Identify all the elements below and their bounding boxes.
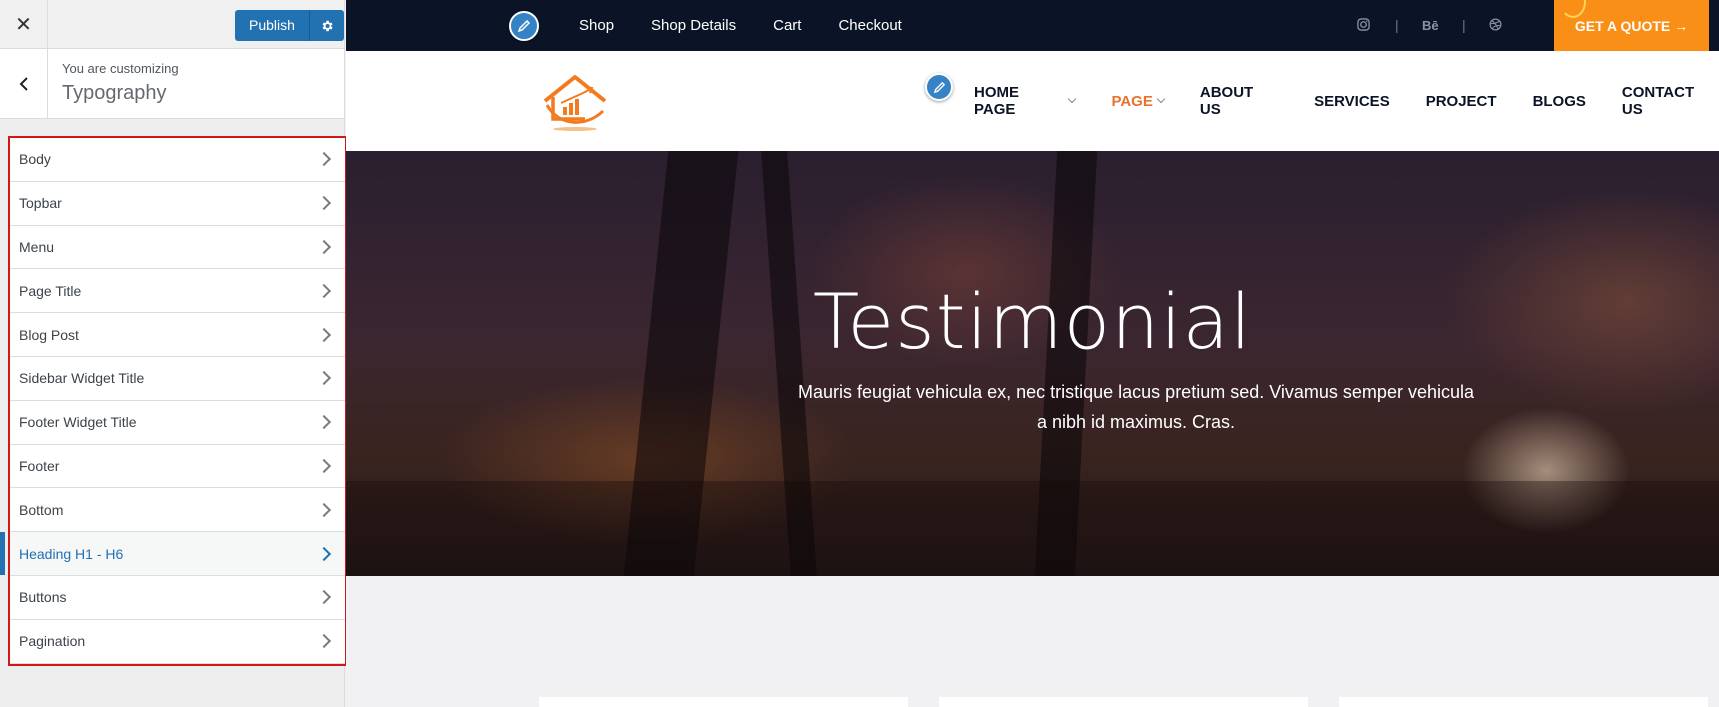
breadcrumb: You are customizing Typography	[0, 49, 344, 119]
content-card	[539, 697, 908, 707]
panel-item[interactable]: Bottom	[10, 488, 345, 533]
main-nav-item[interactable]: CONTACT US	[1622, 84, 1719, 118]
chevron-right-icon	[316, 502, 332, 517]
panel-item[interactable]: Heading H1 - H6	[0, 532, 345, 576]
main-nav-label: PROJECT	[1425, 92, 1497, 110]
panel-item[interactable]: Body	[10, 138, 345, 182]
topbar-nav: Shop Shop Details Cart Checkout	[579, 0, 902, 51]
publish-group: Publish	[235, 10, 344, 41]
panel-item[interactable]: Sidebar Widget Title	[10, 356, 345, 401]
panel-item-label: Topbar	[19, 195, 62, 212]
panel-item[interactable]: Page Title	[10, 269, 345, 314]
customizer-header: ✕ Publish	[0, 0, 344, 49]
instagram-icon[interactable]	[1357, 18, 1370, 34]
panel-item-label: Body	[19, 151, 51, 168]
site-logo[interactable]	[539, 71, 611, 138]
main-nav-item[interactable]: ABOUT US	[1200, 84, 1278, 118]
background-ground	[346, 481, 1719, 576]
page-subtitle: Mauris feugiat vehicula ex, nec tristiqu…	[798, 382, 1474, 432]
chevron-right-icon	[316, 196, 332, 211]
close-icon: ✕	[15, 13, 32, 36]
content-card	[939, 697, 1308, 707]
chevron-down-icon	[1156, 94, 1166, 104]
panel-item-label: Heading H1 - H6	[19, 545, 124, 562]
main-nav-item[interactable]: HOME PAGE	[974, 84, 1077, 118]
panel-item-label: Buttons	[19, 589, 67, 606]
panel-item[interactable]: Buttons	[10, 575, 345, 620]
publish-button[interactable]: Publish	[235, 10, 310, 41]
typography-panel-list: Body Topbar Menu Page Title Blog Post Sidebar…	[0, 136, 347, 666]
content-card	[1339, 697, 1708, 707]
chevron-right-icon	[316, 152, 332, 167]
panel-item-label: Sidebar Widget Title	[19, 370, 145, 387]
chevron-right-icon	[316, 590, 332, 605]
topbar-link[interactable]: Shop	[579, 17, 614, 34]
page-title-banner: Testimonial Mauris feugiat vehicula ex, …	[346, 151, 1719, 576]
main-nav-item[interactable]: PROJECT	[1426, 93, 1497, 110]
panel-item-label: Blog Post	[19, 326, 79, 343]
main-header: HOME PAGE PAGE ABOUT US SERVICES PROJECT BLOG…	[346, 51, 1719, 151]
pencil-icon	[517, 19, 531, 33]
back-button[interactable]	[0, 49, 48, 118]
get-a-quote-button[interactable]: GET A QUOTE →	[1554, 0, 1709, 51]
main-nav-label: PAGE	[1111, 92, 1153, 110]
social-divider: |	[1462, 17, 1466, 33]
house-logo-icon	[543, 75, 607, 131]
panel-item[interactable]: Footer	[10, 444, 345, 489]
topbar: Shop Shop Details Cart Checkout | Bē | GET …	[346, 0, 1719, 51]
main-nav-item[interactable]: BLOGS	[1533, 93, 1586, 110]
main-nav-label: BLOGS	[1532, 92, 1586, 110]
main-nav-label: ABOUT US	[1199, 84, 1254, 118]
chevron-down-icon	[1068, 94, 1077, 104]
main-nav: HOME PAGE PAGE ABOUT US SERVICES PROJECT BLOG…	[974, 51, 1719, 151]
chevron-right-icon	[316, 415, 332, 430]
chevron-right-icon	[316, 371, 332, 386]
close-customizer-button[interactable]: ✕	[0, 0, 48, 48]
chevron-right-icon	[316, 634, 332, 649]
chevron-right-icon	[316, 458, 332, 474]
panel-item[interactable]: Footer Widget Title	[10, 400, 345, 445]
panel-item-label: Page Title	[19, 282, 82, 299]
crumb-text: You are customizing Typography	[62, 61, 179, 105]
panel-item-label: Footer	[19, 457, 60, 474]
topbar-link[interactable]: Checkout	[838, 17, 901, 34]
main-nav-label: SERVICES	[1314, 92, 1390, 110]
panel-item-label: Pagination	[19, 633, 86, 650]
section-title: Typography	[62, 82, 167, 104]
page-title: Testimonial	[812, 277, 1253, 366]
main-nav-item[interactable]: PAGE	[1111, 92, 1166, 110]
topbar-link[interactable]: Shop Details	[651, 17, 736, 34]
dribbble-icon[interactable]	[1489, 18, 1502, 34]
chevron-right-icon	[316, 283, 332, 298]
main-nav-label: CONTACT US	[1621, 84, 1695, 118]
chevron-left-icon	[19, 76, 28, 91]
social-divider: |	[1395, 17, 1399, 33]
site-preview: Shop Shop Details Cart Checkout | Bē | GET …	[346, 0, 1719, 707]
gear-icon	[322, 20, 333, 31]
main-nav-label: HOME PAGE	[974, 84, 1019, 118]
edit-topbar-button[interactable]	[509, 11, 539, 41]
panel-item-label: Menu	[19, 238, 55, 255]
customizing-label: You are customizing	[62, 61, 179, 76]
panel-item[interactable]: Pagination	[10, 619, 345, 664]
main-nav-item[interactable]: SERVICES	[1314, 93, 1390, 110]
panel-item[interactable]: Blog Post	[10, 313, 345, 357]
publish-settings-button[interactable]	[309, 10, 344, 41]
panel-item-label: Bottom	[19, 501, 64, 518]
edit-menu-button[interactable]	[925, 73, 953, 101]
chevron-right-icon	[316, 239, 332, 255]
chevron-right-icon	[316, 327, 332, 342]
pencil-icon	[933, 81, 945, 93]
behance-icon[interactable]: Bē	[1422, 18, 1439, 33]
panel-item[interactable]: Menu	[10, 225, 345, 270]
customizer-sidebar: ✕ Publish You are customizing Typography…	[0, 0, 347, 707]
panel-item[interactable]: Topbar	[10, 181, 345, 226]
panel-item-label: Footer Widget Title	[19, 414, 137, 431]
topbar-link[interactable]: Cart	[773, 17, 801, 34]
chevron-right-icon	[316, 546, 332, 561]
